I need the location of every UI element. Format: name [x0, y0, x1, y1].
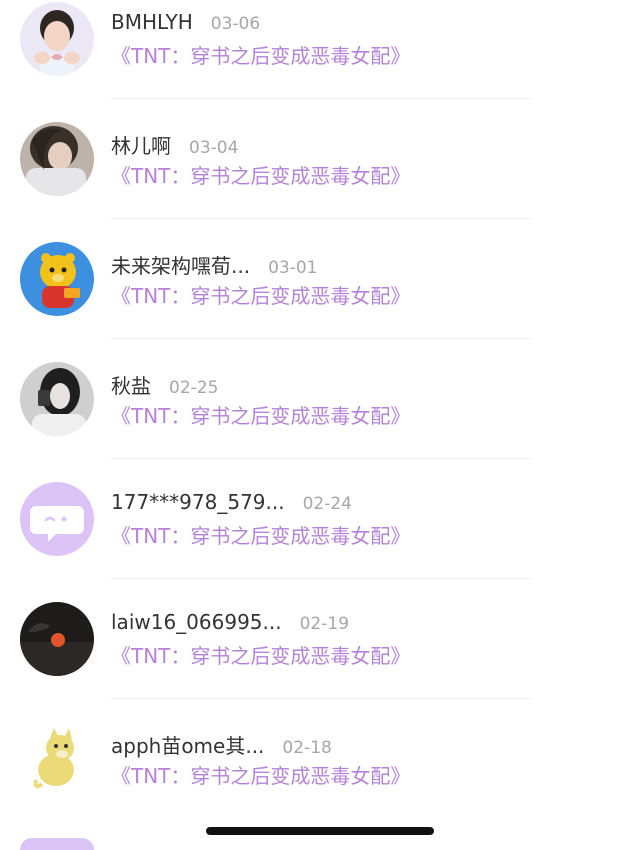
list-item[interactable]: 未来架构嘿荀... 03-01 《TNT：穿书之后变成恶毒女配》 — [0, 240, 640, 360]
name-line: 林儿啊 03-04 — [111, 130, 238, 158]
divider — [111, 98, 531, 99]
avatar[interactable] — [20, 362, 94, 436]
divider — [111, 698, 531, 699]
name-line: apph苗ome其... 02-18 — [111, 730, 332, 758]
user-name[interactable]: 未来架构嘿荀... — [111, 250, 250, 279]
date-label: 02-18 — [282, 738, 332, 758]
user-name[interactable]: 177***978_579... — [111, 490, 285, 514]
date-label: 02-25 — [169, 378, 219, 398]
date-label: 03-06 — [210, 14, 261, 34]
date-label: 02-24 — [302, 494, 352, 514]
work-title[interactable]: 《TNT：穿书之后变成恶毒女配》 — [111, 520, 410, 549]
work-title[interactable]: 《TNT：穿书之后变成恶毒女配》 — [111, 160, 410, 189]
date-label: 03-04 — [189, 138, 239, 158]
avatar[interactable] — [20, 242, 94, 316]
work-title[interactable]: 《TNT：穿书之后变成恶毒女配》 — [111, 640, 410, 669]
name-line: laiw16_066995... 02-19 — [111, 610, 349, 638]
list-item[interactable]: 林儿啊 03-04 《TNT：穿书之后变成恶毒女配》 — [0, 120, 640, 240]
user-name[interactable]: laiw16_066995... — [111, 610, 282, 634]
name-line: 秋盐 02-25 — [111, 370, 218, 398]
user-name[interactable]: BMHLYH — [111, 10, 193, 34]
divider — [111, 578, 531, 579]
name-line: 177***978_579... 02-24 — [111, 490, 352, 518]
name-line: 未来架构嘿荀... 03-01 — [111, 250, 317, 278]
date-label: 03-01 — [268, 258, 318, 278]
work-title[interactable]: 《TNT：穿书之后变成恶毒女配》 — [111, 400, 410, 429]
home-indicator[interactable] — [206, 827, 434, 835]
user-name[interactable]: apph苗ome其... — [111, 730, 264, 759]
avatar[interactable] — [20, 2, 94, 76]
divider — [111, 458, 531, 459]
list-item[interactable]: 秋盐 02-25 《TNT：穿书之后变成恶毒女配》 — [0, 360, 640, 480]
avatar[interactable] — [20, 602, 94, 676]
avatar[interactable] — [20, 122, 94, 196]
date-label: 02-19 — [299, 614, 350, 634]
list-item[interactable]: BMHLYH 03-06 《TNT：穿书之后变成恶毒女配》 — [0, 0, 640, 120]
user-name[interactable]: 秋盐 — [111, 370, 151, 399]
avatar[interactable] — [20, 482, 94, 556]
list-item[interactable]: 177***978_579... 02-24 《TNT：穿书之后变成恶毒女配》 — [0, 480, 640, 600]
work-title[interactable]: 《TNT：穿书之后变成恶毒女配》 — [111, 40, 410, 69]
list-item[interactable]: apph苗ome其... 02-18 《TNT：穿书之后变成恶毒女配》 — [0, 720, 640, 840]
work-title[interactable]: 《TNT：穿书之后变成恶毒女配》 — [111, 280, 410, 309]
avatar[interactable] — [20, 838, 94, 850]
divider — [111, 338, 531, 339]
work-title[interactable]: 《TNT：穿书之后变成恶毒女配》 — [111, 760, 410, 789]
fan-list: BMHLYH 03-06 《TNT：穿书之后变成恶毒女配》 林儿啊 03-04 … — [0, 0, 640, 850]
user-name[interactable]: 林儿啊 — [111, 130, 171, 159]
name-line: BMHLYH 03-06 — [111, 10, 260, 38]
divider — [111, 218, 531, 219]
list-item[interactable]: laiw16_066995... 02-19 《TNT：穿书之后变成恶毒女配》 — [0, 600, 640, 720]
avatar[interactable] — [20, 722, 94, 796]
